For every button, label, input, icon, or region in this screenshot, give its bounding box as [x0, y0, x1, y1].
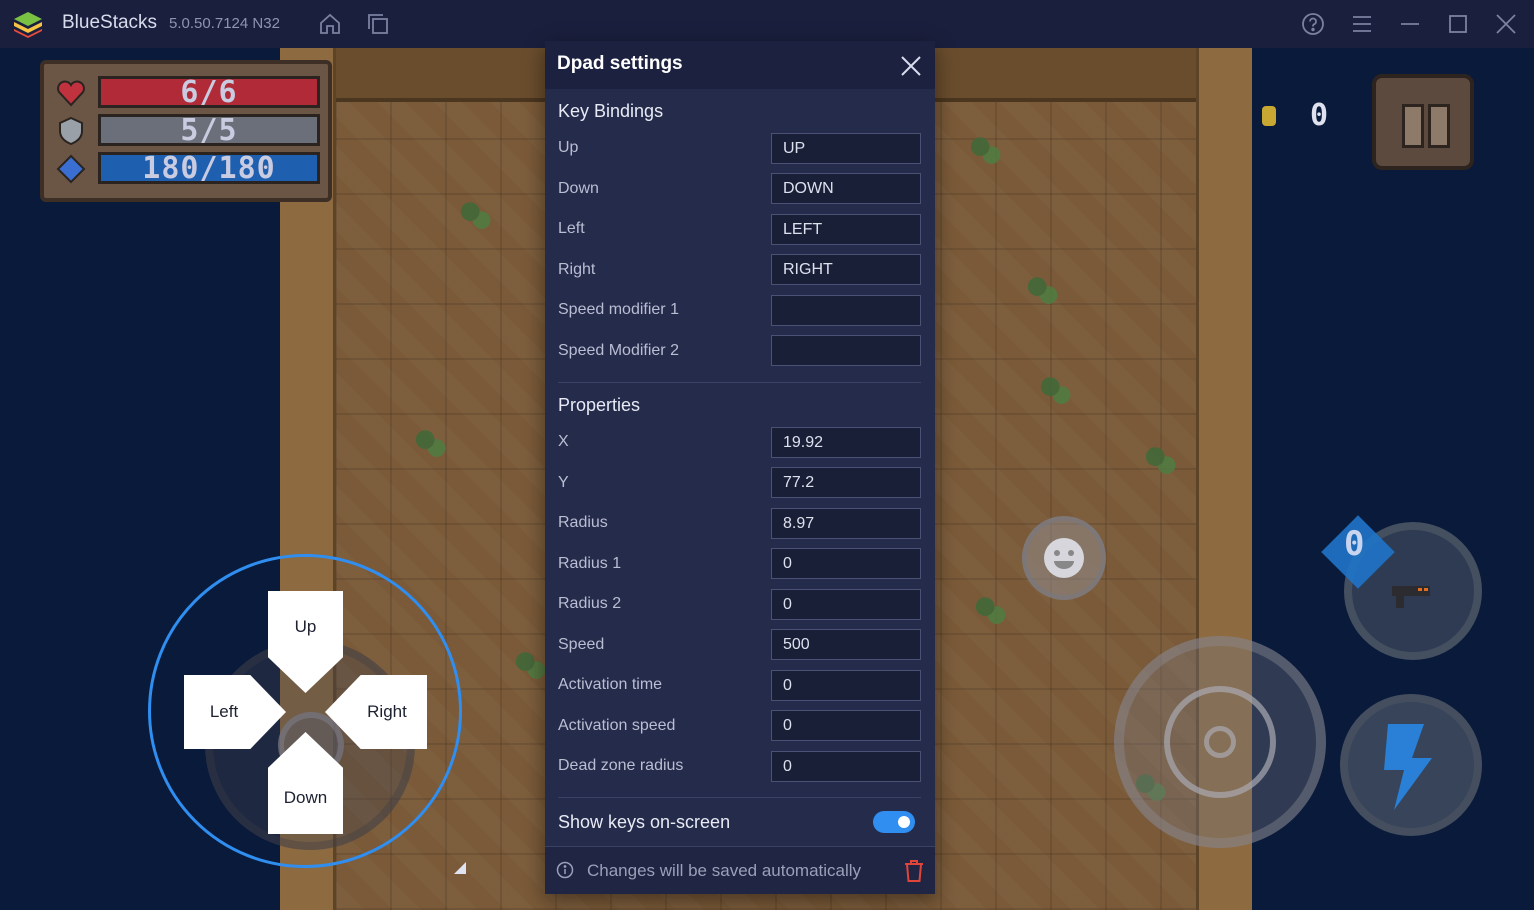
binding-input-speed-modifier-2[interactable]: [771, 335, 921, 366]
panel-footer: Changes will be saved automatically: [545, 846, 935, 894]
property-label-dead-zone-radius: Dead zone radius: [558, 757, 684, 774]
menu-icon[interactable]: [1350, 12, 1374, 36]
app-name: BlueStacks: [62, 12, 158, 33]
multi-instance-icon[interactable]: [366, 12, 390, 36]
binding-input-up[interactable]: [771, 133, 921, 164]
armor-row: 5/5: [56, 113, 326, 148]
moss-decoration: [510, 648, 548, 682]
key-bindings-heading: Key Bindings: [558, 101, 664, 121]
property-input-y[interactable]: [771, 467, 921, 498]
close-icon[interactable]: [1494, 12, 1518, 36]
gun-icon: [1392, 586, 1430, 608]
property-label-radius: Radius: [558, 514, 608, 531]
binding-label-speed-modifier-1: Speed modifier 1: [558, 301, 679, 318]
pause-button[interactable]: [1372, 74, 1474, 170]
moss-decoration: [965, 133, 1003, 167]
show-keys-toggle[interactable]: [873, 811, 915, 833]
moss-decoration: [970, 593, 1008, 627]
property-input-dead-zone-radius[interactable]: [771, 751, 921, 782]
minimize-icon[interactable]: [1398, 12, 1422, 36]
property-input-x[interactable]: [771, 427, 921, 458]
crosshair-icon: [1164, 686, 1276, 798]
property-label-radius-2: Radius 2: [558, 595, 622, 612]
weapon-ammo-count: 0: [1344, 524, 1365, 564]
binding-label-left: Left: [558, 220, 585, 237]
player-stats-hud: 6/6 5/5 180/180: [40, 60, 332, 202]
health-bar: 6/6: [98, 75, 320, 110]
shield-icon: [59, 116, 83, 146]
binding-input-speed-modifier-1[interactable]: [771, 295, 921, 326]
binding-input-right[interactable]: [771, 254, 921, 285]
binding-label-down: Down: [558, 180, 599, 197]
lightning-icon: [1384, 724, 1432, 810]
emote-button[interactable]: [1022, 516, 1106, 600]
moss-decoration: [1140, 443, 1178, 477]
property-input-activation-time[interactable]: [771, 670, 921, 701]
property-label-x: X: [558, 433, 569, 450]
show-keys-label: Show keys on-screen: [558, 812, 731, 832]
dpad-resize-handle[interactable]: [454, 862, 466, 874]
moss-decoration: [1022, 273, 1060, 307]
property-label-activation-speed: Activation speed: [558, 717, 676, 734]
coin-icon: [1262, 106, 1276, 126]
panel-title: Dpad settings: [557, 53, 683, 74]
coin-count: 0: [1310, 98, 1329, 133]
property-label-radius-1: Radius 1: [558, 555, 622, 572]
dpad-settings-panel: Dpad settings Key Bindings Up Down Left …: [545, 41, 935, 894]
property-input-radius-2[interactable]: [771, 589, 921, 620]
energy-diamond-icon: [56, 154, 86, 184]
panel-header: Dpad settings: [545, 41, 935, 89]
autosave-notice: Changes will be saved automatically: [587, 861, 862, 880]
binding-label-right: Right: [558, 261, 596, 278]
maximize-icon[interactable]: [1446, 12, 1470, 36]
energy-row: 180/180: [56, 151, 326, 186]
section-divider: [558, 382, 921, 383]
help-icon[interactable]: [1301, 12, 1325, 36]
skill-button[interactable]: [1340, 694, 1482, 836]
close-icon: [901, 56, 921, 76]
property-label-speed: Speed: [558, 636, 605, 653]
smiley-icon: [1044, 538, 1084, 578]
bluestacks-window: BlueStacks 5.0.50.7124 N32 6/6 5/5 180/1…: [0, 0, 1534, 910]
app-version: 5.0.50.7124 N32: [169, 15, 280, 32]
binding-label-speed-modifier-2: Speed Modifier 2: [558, 342, 679, 359]
heart-icon: [57, 80, 85, 107]
binding-input-down[interactable]: [771, 173, 921, 204]
property-label-y: Y: [558, 474, 569, 491]
home-icon[interactable]: [318, 12, 342, 36]
property-input-activation-speed[interactable]: [771, 710, 921, 741]
binding-input-left[interactable]: [771, 214, 921, 245]
moss-decoration: [455, 198, 493, 232]
info-icon: [556, 861, 574, 879]
property-label-activation-time: Activation time: [558, 676, 663, 693]
crosshair-center: [1204, 726, 1236, 758]
attack-button[interactable]: [1114, 636, 1326, 848]
properties-heading: Properties: [558, 395, 641, 415]
health-row: 6/6: [56, 75, 326, 110]
delete-trash-icon[interactable]: [903, 859, 925, 883]
armor-bar: 5/5: [98, 113, 320, 148]
bluestacks-logo-icon: [14, 12, 42, 38]
property-input-radius-1[interactable]: [771, 548, 921, 579]
energy-bar: 180/180: [98, 151, 320, 186]
moss-decoration: [410, 426, 448, 460]
binding-label-up: Up: [558, 139, 579, 156]
property-input-radius[interactable]: [771, 508, 921, 539]
property-input-speed[interactable]: [771, 629, 921, 660]
moss-decoration: [1035, 373, 1073, 407]
close-panel-button[interactable]: [899, 54, 923, 78]
section-divider: [558, 797, 921, 798]
